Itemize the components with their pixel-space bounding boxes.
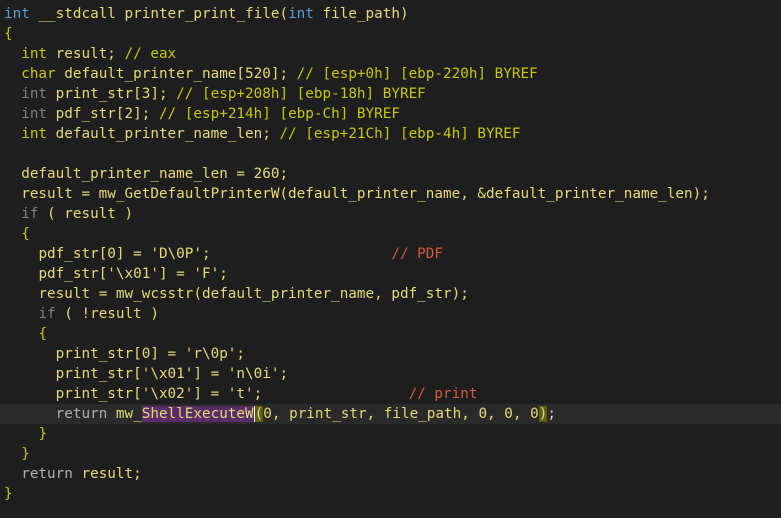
code-line[interactable]: int __stdcall printer_print_file(int fil… [4,4,409,24]
semicolon: ; [547,406,556,422]
function-signature[interactable]: __stdcall printer_print_file( [30,6,288,22]
type-keyword: int [21,46,48,62]
code-line[interactable]: pdf_str[0] = 'D\0P'; // PDF [4,244,443,264]
keyword: return [55,406,108,422]
statement[interactable]: pdf_str[0] = 'D\0P'; [38,246,210,262]
statement[interactable]: default_printer_name_len = 260; [21,166,288,182]
comment: // PDF [391,246,444,262]
statement[interactable]: result; [73,466,141,482]
brace: } [21,446,30,462]
brace: } [4,486,13,502]
brace: { [21,226,30,242]
code-line-current[interactable]: return mw_ShellExecuteW(0, print_str, fi… [0,404,781,424]
code-line[interactable]: print_str['\x02'] = 't'; // print [4,384,478,404]
brace: { [4,26,13,42]
code-line[interactable]: { [4,324,47,344]
type-keyword: int [21,126,48,142]
comment: // [esp+0h] [ebp-220h] BYREF [296,66,538,82]
keyword: int [288,6,314,22]
declaration[interactable]: print_str[3]; [47,86,176,102]
code-line[interactable]: } [4,484,13,504]
selected-identifier[interactable]: ShellExecuteW [141,406,254,422]
code-line[interactable]: int print_str[3]; // [esp+208h] [ebp-18h… [4,84,426,104]
keyword: return [21,466,73,482]
condition[interactable]: ( result ) [38,206,133,222]
code-line[interactable]: } [4,444,30,464]
code-line[interactable]: char default_printer_name[520]; // [esp+… [4,64,538,84]
type-keyword: int [21,106,48,122]
statement[interactable]: print_str['\x02'] = 't'; [56,386,263,402]
brace: { [38,326,48,342]
comment: // [esp+214h] [ebp-Ch] BYREF [158,106,400,122]
code-line[interactable]: pdf_str['\x01'] = 'F'; [4,264,227,284]
code-line[interactable]: } [4,424,47,444]
code-line[interactable]: int default_printer_name_len; // [esp+21… [4,124,520,144]
code-line[interactable]: { [4,24,13,44]
comment: // [esp+208h] [ebp-18h] BYREF [176,86,426,102]
statement[interactable]: result = mw_GetDefaultPrinterW(default_p… [21,186,710,202]
type-keyword: char [21,66,56,82]
matched-paren: ( [254,406,264,422]
keyword: int [4,6,30,22]
code-line[interactable]: { [4,224,30,244]
code-line[interactable]: if ( result ) [4,204,133,224]
comment: // eax [124,46,177,62]
brace: } [38,426,48,442]
code-line[interactable]: default_printer_name_len = 260; [4,164,288,184]
call-arguments[interactable]: 0, print_str, file_path, 0, 0, 0 [263,406,538,422]
pseudocode-editor[interactable]: int __stdcall printer_print_file(int fil… [0,0,781,518]
comment: // print [408,386,478,402]
function-call[interactable]: mw_ [107,406,142,422]
type-keyword: int [21,86,48,102]
declaration[interactable]: default_printer_name[520]; [56,66,297,82]
declaration[interactable]: result; [47,46,124,62]
keyword: if [38,306,56,322]
comment: // [esp+21Ch] [ebp-4h] BYREF [279,126,521,142]
statement[interactable]: result = mw_wcsstr(default_printer_name,… [38,286,468,302]
code-line[interactable]: int result; // eax [4,44,176,64]
statement[interactable]: print_str[0] = 'r\0p'; [56,346,245,362]
code-line[interactable]: print_str['\x01'] = 'n\0i'; [4,364,288,384]
code-line[interactable]: result = mw_GetDefaultPrinterW(default_p… [4,184,710,204]
declaration[interactable]: pdf_str[2]; [47,106,159,122]
statement[interactable]: pdf_str['\x01'] = 'F'; [38,266,227,282]
code-line[interactable]: result = mw_wcsstr(default_printer_name,… [4,284,468,304]
code-line[interactable]: print_str[0] = 'r\0p'; [4,344,245,364]
code-line[interactable]: int pdf_str[2]; // [esp+214h] [ebp-Ch] B… [4,104,400,124]
declaration[interactable]: default_printer_name_len; [47,126,279,142]
code-line[interactable]: return result; [4,464,142,484]
keyword: if [21,206,39,222]
code-line[interactable]: if ( !result ) [4,304,159,324]
condition[interactable]: ( !result ) [56,306,159,322]
parameter[interactable]: file_path) [314,6,408,22]
statement[interactable]: print_str['\x01'] = 'n\0i'; [56,366,288,382]
